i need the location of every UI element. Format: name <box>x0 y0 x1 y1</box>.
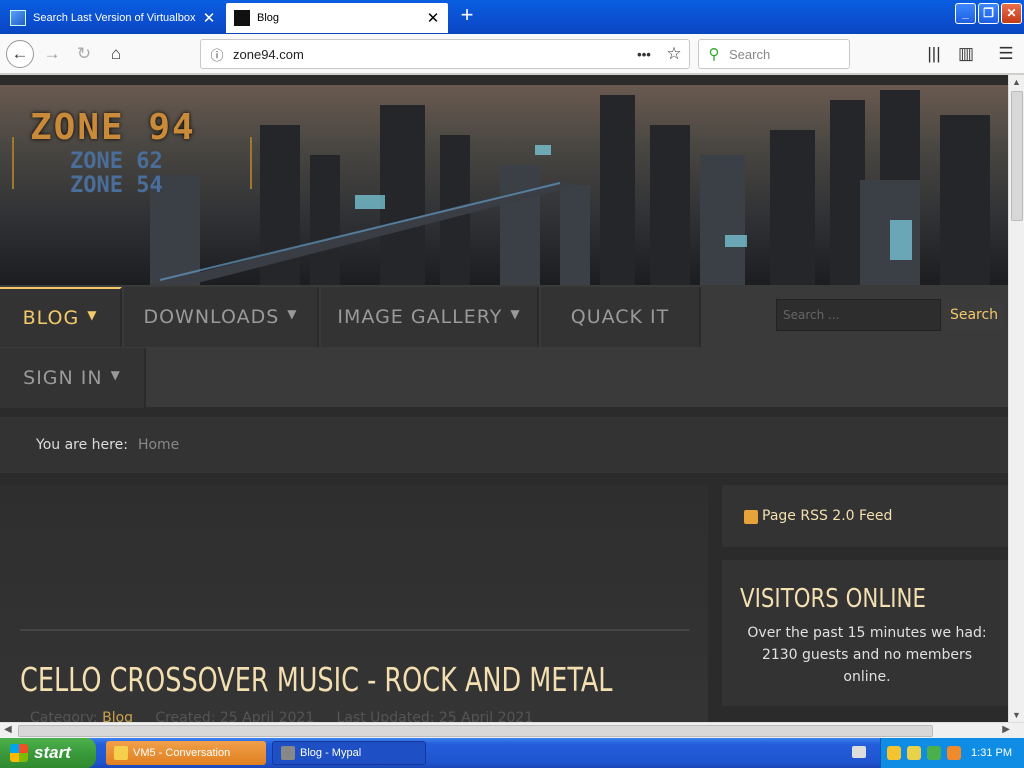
divider <box>20 629 690 631</box>
url-bar[interactable]: ⓘ zone94.com ••• ☆ <box>200 39 690 69</box>
nav-label: BLOG <box>22 307 80 329</box>
tab-close-icon[interactable]: ✕ <box>426 9 440 27</box>
visitors-online-box: VISITORS ONLINE Over the past 15 minutes… <box>722 560 1008 706</box>
created-date: Created: 25 April 2021 <box>155 710 315 722</box>
breadcrumb-prefix: You are here: <box>36 437 128 453</box>
scrollbar-thumb[interactable] <box>18 725 933 737</box>
caret-down-icon: ▼ <box>110 368 121 382</box>
main-content: CELLO CROSSOVER MUSIC - ROCK AND METAL C… <box>0 485 708 722</box>
header-banner: ZONE 94 ZONE 62 ZONE 54 <box>0 85 1008 285</box>
browser-app-icon <box>281 746 295 760</box>
search-placeholder: Search <box>729 46 771 62</box>
nav-label: IMAGE GALLERY <box>337 306 503 328</box>
new-tab-button[interactable]: + <box>455 4 479 28</box>
updated-date: Last Updated: 25 April 2021 <box>336 710 534 722</box>
main-navigation: BLOG ▼ DOWNLOADS ▼ IMAGE GALLERY ▼ QUACK… <box>0 285 1008 408</box>
security-shield-icon[interactable] <box>907 746 921 760</box>
navigation-toolbar: ← → ↻ ⌂ ⓘ zone94.com ••• ☆ ⚲ Search ||| … <box>0 34 1024 74</box>
caret-down-icon: ▼ <box>87 308 98 322</box>
tab-close-icon[interactable]: ✕ <box>202 9 216 27</box>
tab-title: Search Last Version of Virtualbox <box>33 12 196 24</box>
taskbar-button-label: Blog - Mypal <box>300 747 362 759</box>
page-favicon-icon <box>10 10 26 26</box>
library-icon[interactable]: ||| <box>920 40 948 68</box>
window-maximize-button[interactable]: ❐ <box>978 3 999 24</box>
breadcrumb: You are here: Home <box>0 417 1008 473</box>
caret-down-icon: ▼ <box>287 307 298 321</box>
visitors-text: Over the past 15 minutes we had: 2130 gu… <box>747 625 987 685</box>
nav-item-downloads[interactable]: DOWNLOADS ▼ <box>124 287 319 347</box>
tab-title: Blog <box>257 12 280 24</box>
clock[interactable]: 1:31 PM <box>971 747 1012 759</box>
tab-bar: Search Last Version of Virtualbox ✕ Blog… <box>0 0 1024 34</box>
system-tray: 1:31 PM <box>880 738 1024 768</box>
visitors-title: VISITORS ONLINE <box>740 584 926 614</box>
nav-item-quack-it[interactable]: QUACK IT <box>541 287 701 347</box>
logo-line2: ZONE 62 <box>70 149 163 174</box>
nav-label: QUACK IT <box>570 306 670 328</box>
logo-line1: ZONE 94 <box>30 107 196 148</box>
reload-icon[interactable]: ↻ <box>70 40 98 68</box>
url-text[interactable]: zone94.com <box>233 47 629 62</box>
rss-feed-box: Page RSS 2.0 Feed <box>722 485 1008 547</box>
page-favicon-icon <box>234 10 250 26</box>
scroll-up-icon[interactable]: ▲ <box>1012 77 1021 87</box>
taskbar: start VM5 - Conversation Blog - Mypal 1:… <box>0 738 1024 768</box>
star-icon[interactable]: ☆ <box>659 44 689 64</box>
forward-arrow-icon[interactable]: → <box>38 40 66 68</box>
info-icon[interactable]: ⓘ <box>201 45 233 64</box>
web-page: ZONE 94 ZONE 62 ZONE 54 BLOG ▼ DOWNLOADS… <box>0 75 1008 722</box>
tab-blog[interactable]: Blog ✕ <box>226 3 448 33</box>
network-icon[interactable] <box>927 746 941 760</box>
rss-feed-link[interactable]: Page RSS 2.0 Feed <box>762 508 892 524</box>
rss-icon <box>744 510 758 524</box>
scroll-right-icon[interactable]: ▶ <box>1002 724 1010 735</box>
start-button[interactable]: start <box>0 738 96 768</box>
tab-search-virtualbox[interactable]: Search Last Version of Virtualbox ✕ <box>2 3 224 33</box>
taskbar-button-browser[interactable]: Blog - Mypal <box>272 741 426 765</box>
windows-logo-icon <box>10 744 28 762</box>
browser-search-input[interactable]: ⚲ Search <box>698 39 850 69</box>
vertical-scrollbar[interactable]: ▲ ▼ <box>1008 75 1024 722</box>
caret-down-icon: ▼ <box>510 307 521 321</box>
category-link[interactable]: Blog <box>102 710 133 722</box>
site-search-button[interactable]: Search <box>943 299 1005 331</box>
article-title[interactable]: CELLO CROSSOVER MUSIC - ROCK AND METAL <box>20 660 613 699</box>
search-tray-icon[interactable] <box>947 746 961 760</box>
site-search-input[interactable]: Search ... <box>776 299 941 331</box>
tray-app-icon[interactable] <box>887 746 901 760</box>
nav-item-blog[interactable]: BLOG ▼ <box>0 287 122 347</box>
home-icon[interactable]: ⌂ <box>102 40 130 68</box>
search-icon: ⚲ <box>708 46 720 63</box>
nav-item-image-gallery[interactable]: IMAGE GALLERY ▼ <box>321 287 539 347</box>
sidebar-icon[interactable]: ▥ <box>952 40 980 68</box>
more-dots-icon[interactable]: ••• <box>629 47 659 62</box>
nav-label: SIGN IN <box>23 367 103 389</box>
scrollbar-thumb[interactable] <box>1011 91 1023 221</box>
article-meta: Category: Blog Created: 25 April 2021 La… <box>30 710 533 722</box>
horizontal-scrollbar[interactable]: ◀ ▶ <box>0 722 1024 738</box>
window-close-button[interactable]: ✕ <box>1001 3 1022 24</box>
breadcrumb-home[interactable]: Home <box>138 437 179 453</box>
taskbar-button-conversation[interactable]: VM5 - Conversation <box>106 741 266 765</box>
hamburger-menu-icon[interactable]: ☰ <box>992 40 1020 68</box>
nav-label: DOWNLOADS <box>143 306 280 328</box>
window-minimize-button[interactable]: _ <box>955 3 976 24</box>
start-label: start <box>34 743 71 762</box>
keyboard-icon[interactable] <box>852 746 866 758</box>
scroll-down-icon[interactable]: ▼ <box>1012 710 1021 720</box>
scroll-left-icon[interactable]: ◀ <box>4 724 12 735</box>
chat-app-icon <box>114 746 128 760</box>
category-label: Category: <box>30 710 98 722</box>
logo-line3: ZONE 54 <box>70 173 163 198</box>
site-logo[interactable]: ZONE 94 ZONE 62 ZONE 54 <box>12 107 252 217</box>
back-arrow-icon[interactable]: ← <box>6 40 34 68</box>
taskbar-button-label: VM5 - Conversation <box>133 747 231 759</box>
nav-item-sign-in[interactable]: SIGN IN ▼ <box>0 348 146 408</box>
